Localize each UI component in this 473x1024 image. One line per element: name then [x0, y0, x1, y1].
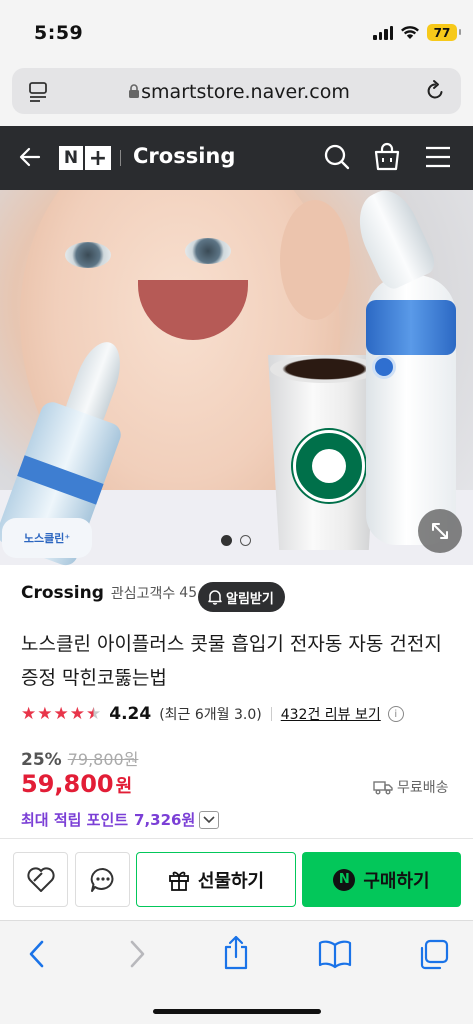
bell-plus-icon: [208, 590, 222, 605]
brand-logo: 노스클린⁺: [2, 518, 92, 558]
store-name[interactable]: Crossing: [21, 583, 104, 603]
browser-forward-icon[interactable]: [128, 939, 146, 969]
points-value: 7,326원: [134, 811, 196, 829]
heart-icon: [26, 866, 55, 892]
sale-price: 59,800: [21, 770, 114, 798]
follower-label: 관심고객수: [110, 586, 176, 602]
price-unit: 원: [115, 776, 133, 797]
follower-count: 45: [179, 585, 198, 601]
points-label: 최대 적립 포인트: [21, 811, 129, 829]
buy-button[interactable]: N 구매하기: [302, 852, 461, 907]
review-link[interactable]: 432건 리뷰 보기: [281, 704, 381, 724]
info-icon[interactable]: i: [387, 706, 404, 722]
bookmarks-icon[interactable]: [318, 939, 352, 969]
rating-row: ★ ★ ★ ★ ★ 4.24 (최근 6개월 3.0) 432건 리뷰 보기 i: [21, 704, 404, 724]
alarm-subscribe-button[interactable]: 알림받기: [198, 582, 285, 612]
starbucks-logo: [293, 430, 365, 502]
star-icon: ★: [69, 703, 85, 724]
discount-rate: 25%: [21, 750, 62, 770]
aspirator-right-image: [346, 182, 468, 550]
tabs-icon[interactable]: [418, 939, 450, 971]
baby-mouth: [138, 280, 248, 340]
address-bar[interactable]: smartstore.naver.com: [12, 68, 461, 114]
shipping-info: 무료배송: [373, 777, 449, 797]
baby-eye-right: [185, 238, 231, 264]
cellular-signal-icon: [373, 25, 393, 40]
star-icon: ★: [37, 703, 53, 724]
store-title[interactable]: Crossing: [133, 144, 235, 168]
wifi-icon: [401, 26, 419, 39]
buy-label: 구매하기: [363, 870, 430, 892]
browser-toolbar: [0, 920, 473, 1024]
rating-divider: [270, 707, 272, 721]
star-icon: ★: [53, 703, 69, 724]
alarm-label: 알림받기: [226, 591, 274, 607]
expand-image-button[interactable]: [418, 509, 462, 553]
menu-icon[interactable]: [425, 146, 451, 168]
logo-n: N: [59, 146, 83, 170]
shopping-bag-icon[interactable]: [373, 142, 401, 172]
battery-icon: 77: [427, 24, 461, 41]
discount-row: 25% 79,800원: [21, 746, 138, 770]
status-time: 5:59: [34, 22, 84, 44]
rating-value: 4.24: [109, 704, 152, 724]
carousel-dot-2[interactable]: [240, 535, 251, 546]
chat-button[interactable]: [75, 852, 130, 907]
wishlist-button[interactable]: [13, 852, 68, 907]
status-icons: 77: [373, 24, 461, 41]
gift-label: 선물하기: [197, 870, 265, 892]
shipping-label: 무료배송: [397, 780, 449, 796]
star-half-icon: ★: [86, 703, 102, 724]
rating-stars: ★ ★ ★ ★ ★: [21, 703, 102, 724]
header-divider: [120, 150, 121, 166]
logo-plus: +: [85, 146, 111, 171]
gift-icon: [168, 871, 189, 891]
browser-address-area: smartstore.naver.com: [0, 62, 473, 126]
gift-button[interactable]: 선물하기: [136, 852, 296, 907]
home-indicator: [153, 1009, 321, 1014]
share-icon[interactable]: [222, 935, 250, 971]
back-arrow-icon[interactable]: [18, 145, 42, 169]
url-text: smartstore.naver.com: [141, 81, 350, 103]
chevron-down-icon[interactable]: [199, 810, 220, 829]
chat-icon: [90, 867, 113, 892]
truck-icon: [373, 780, 393, 794]
store-header: N + Crossing: [0, 126, 473, 190]
points-row[interactable]: 최대 적립 포인트 7,326원: [21, 809, 220, 830]
baby-ear: [280, 200, 350, 320]
status-bar: 5:59 77: [0, 0, 473, 62]
recent-rating: (최근 6개월 3.0): [159, 707, 262, 723]
browser-back-icon[interactable]: [28, 939, 46, 969]
store-info-row: Crossing 관심고객수 45: [21, 583, 197, 603]
original-price: 79,800원: [67, 750, 139, 769]
baby-eye-left: [65, 242, 111, 268]
naver-plus-logo[interactable]: N +: [59, 146, 111, 171]
reload-icon[interactable]: [423, 79, 447, 103]
carousel-indicator: [221, 535, 251, 546]
purchase-action-bar: 선물하기 N 구매하기: [0, 838, 473, 920]
search-icon[interactable]: [323, 143, 351, 171]
product-title: 노스클린 아이플러스 콧물 흡입기 전자동 자동 건전지 증정 막힌코뚫는법: [21, 633, 442, 689]
expand-icon: [432, 523, 448, 539]
naverpay-n-icon: N: [333, 868, 356, 891]
price-row: 59,800 원: [21, 770, 132, 798]
carousel-dot-1[interactable]: [221, 535, 232, 546]
star-icon: ★: [21, 703, 37, 724]
